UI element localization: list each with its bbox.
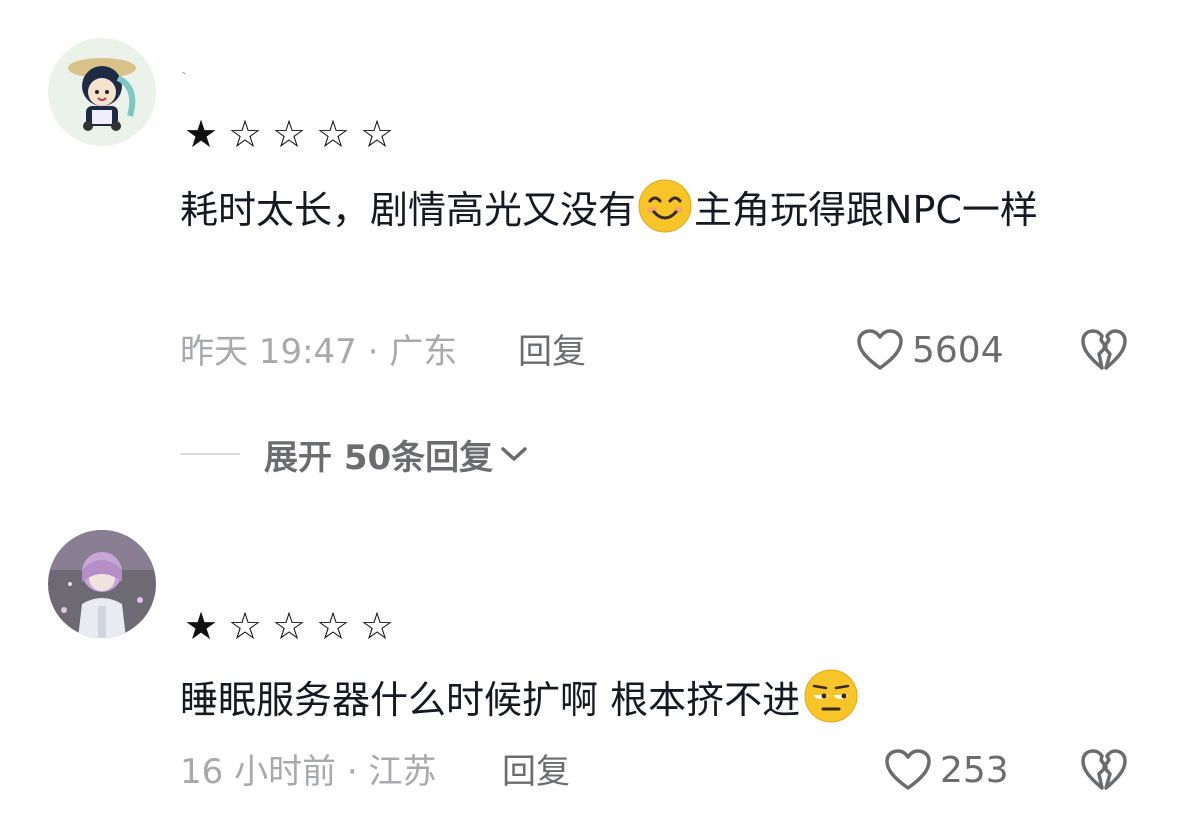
broken-heart-icon [1081, 749, 1127, 790]
like-count: 253 [940, 749, 1009, 791]
comment-item: ★ ☆ ☆ ☆ ☆ 睡眠服务器什么时候扩啊 根本挤不进 16 小时前 · 江苏 回复 2… [0, 0, 1179, 837]
dislike-button[interactable] [1080, 748, 1128, 796]
heart-icon [885, 749, 931, 790]
unamused-face-icon [802, 669, 860, 744]
star-filled-icon: ★ [183, 604, 221, 648]
star-empty-icon: ☆ [315, 604, 353, 648]
comment-text-part1: 睡眠服务器什么时候扩啊 根本挤不进 [180, 678, 801, 722]
star-empty-icon: ☆ [359, 604, 397, 648]
star-empty-icon: ☆ [227, 604, 265, 648]
reply-button[interactable]: 回复 [502, 752, 570, 792]
rating-stars: ★ ☆ ☆ ☆ ☆ [180, 604, 400, 648]
avatar[interactable] [48, 530, 156, 638]
star-empty-icon: ☆ [271, 604, 309, 648]
like-button[interactable]: 253 [884, 746, 1009, 794]
comment-text: 睡眠服务器什么时候扩啊 根本挤不进 [180, 666, 1140, 744]
comment-meta: 16 小时前 · 江苏 [180, 752, 437, 792]
